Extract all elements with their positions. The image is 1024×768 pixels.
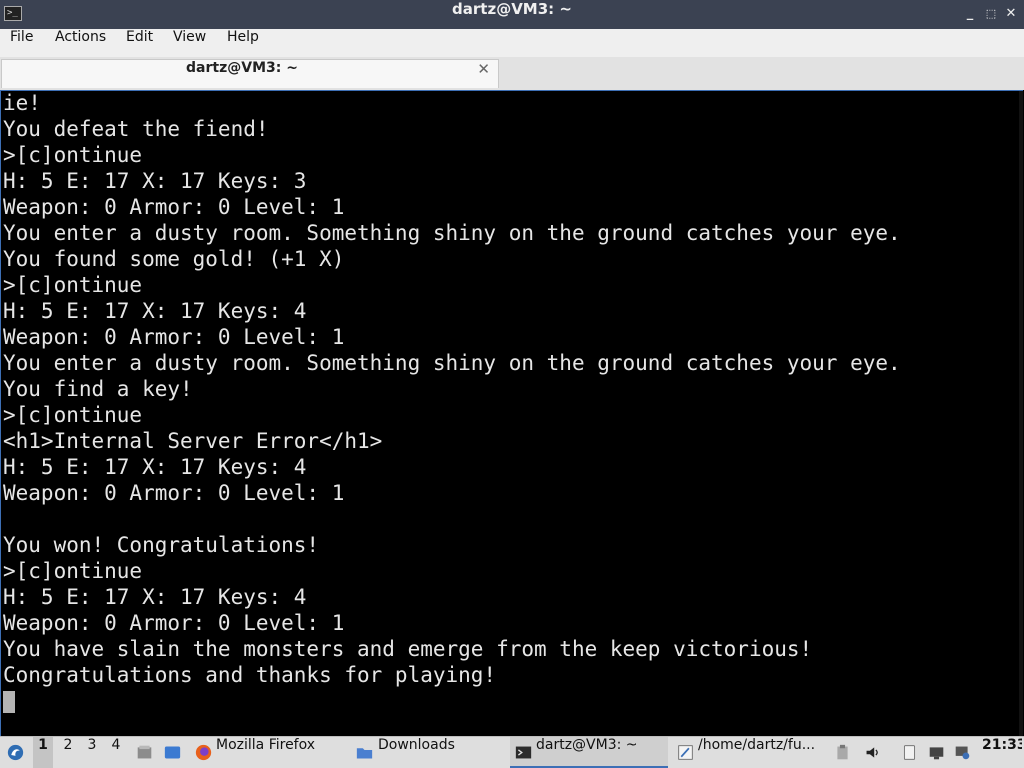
terminal-line: Congratulations and thanks for playing! [3,663,497,687]
terminal-line: Weapon: 0 Armor: 0 Level: 1 [3,481,345,505]
menu-view[interactable]: View [173,29,206,57]
text-editor-icon [678,745,693,760]
terminal-line: >[c]ontinue [3,403,143,427]
window-titlebar[interactable]: >_ dartz@VM3: ~ _ ⬚ ✕ [0,0,1024,29]
tab-label: dartz@VM3: ~ [186,60,298,76]
tab-close-icon[interactable]: ✕ [477,60,490,89]
terminal-line: H: 5 E: 17 X: 17 Keys: 4 [3,299,307,323]
terminal-line: You find a key! [3,377,193,401]
terminal-line: ie! [3,91,41,115]
workspace-1[interactable]: 1 [33,737,53,768]
terminal-line: You found some gold! (+1 X) [3,247,345,271]
terminal-line: You enter a dusty room. Something shiny … [3,221,901,245]
desktop-icon [164,746,181,759]
menu-actions[interactable]: Actions [55,29,106,57]
firefox-icon [195,744,212,761]
file-manager-icon [137,745,152,759]
terminal-tab[interactable]: dartz@VM3: ~ ✕ [1,59,499,88]
close-button[interactable]: ✕ [1003,6,1019,22]
tray-updates[interactable] [952,737,974,768]
terminal-line: >[c]ontinue [3,143,143,167]
terminal-cursor [3,691,15,713]
terminal-line: You defeat the fiend! [3,117,269,141]
update-icon [955,746,970,760]
terminal-line: Weapon: 0 Armor: 0 Level: 1 [3,611,345,635]
terminal-line: You won! Congratulations! [3,533,320,557]
window-title: dartz@VM3: ~ [452,0,572,18]
task-text-editor[interactable]: /home/dartz/fu... [672,737,832,768]
workspace-2[interactable]: 2 [58,737,78,768]
menu-help[interactable]: Help [227,29,259,57]
terminal-icon [515,746,532,759]
terminal-line: Weapon: 0 Armor: 0 Level: 1 [3,325,345,349]
terminal-line: >[c]ontinue [3,273,143,297]
task-label: dartz@VM3: ~ [536,737,638,753]
menu-file[interactable]: File [10,29,33,57]
tab-strip: dartz@VM3: ~ ✕ [0,57,1024,90]
tray-volume[interactable] [862,737,884,768]
taskbar: 1 2 3 4 Mozilla Firefox Downloads dartz@… [0,736,1024,768]
terminal-line: >[c]ontinue [3,559,143,583]
clipboard-icon [837,744,848,760]
removable-media-icon [903,745,916,760]
menu-bar: File Actions Edit View Help [0,29,1024,58]
terminal-line: H: 5 E: 17 X: 17 Keys: 4 [3,585,307,609]
maximize-button[interactable]: ⬚ [983,6,999,22]
clock[interactable]: 21:33 [982,737,1022,768]
terminal-text: ie! You defeat the fiend! >[c]ontinue H: 5 … [3,91,901,689]
terminal-scrollbar[interactable] [1019,91,1023,736]
terminal-line: Weapon: 0 Armor: 0 Level: 1 [3,195,345,219]
workspace-4[interactable]: 4 [106,737,126,768]
start-menu-button[interactable] [4,737,28,768]
tray-network[interactable] [926,737,948,768]
task-downloads[interactable]: Downloads [352,737,506,768]
task-label: /home/dartz/fu... [698,737,816,753]
start-menu-icon [7,744,24,761]
tray-removable-media[interactable] [900,737,920,768]
workspace-3[interactable]: 3 [82,737,102,768]
folder-icon [356,748,373,759]
terminal-line: H: 5 E: 17 X: 17 Keys: 3 [3,169,307,193]
terminal-line: <h1>Internal Server Error</h1> [3,429,383,453]
file-manager-launcher[interactable] [134,737,156,768]
task-firefox[interactable]: Mozilla Firefox [190,737,348,768]
network-icon [929,747,944,760]
minimize-button[interactable]: _ [962,6,978,22]
task-terminal[interactable]: dartz@VM3: ~ [510,737,668,768]
tray-clipboard[interactable] [834,737,850,768]
terminal-line: H: 5 E: 17 X: 17 Keys: 4 [3,455,307,479]
show-desktop-button[interactable] [161,737,185,768]
volume-icon [866,747,878,758]
task-label: Downloads [378,737,455,753]
task-label: Mozilla Firefox [216,737,316,753]
menu-edit[interactable]: Edit [126,29,153,57]
terminal-line: You enter a dusty room. Something shiny … [3,351,901,375]
terminal-output[interactable]: ie! You defeat the fiend! >[c]ontinue H: 5 … [0,90,1023,737]
terminal-line: You have slain the monsters and emerge f… [3,637,813,661]
